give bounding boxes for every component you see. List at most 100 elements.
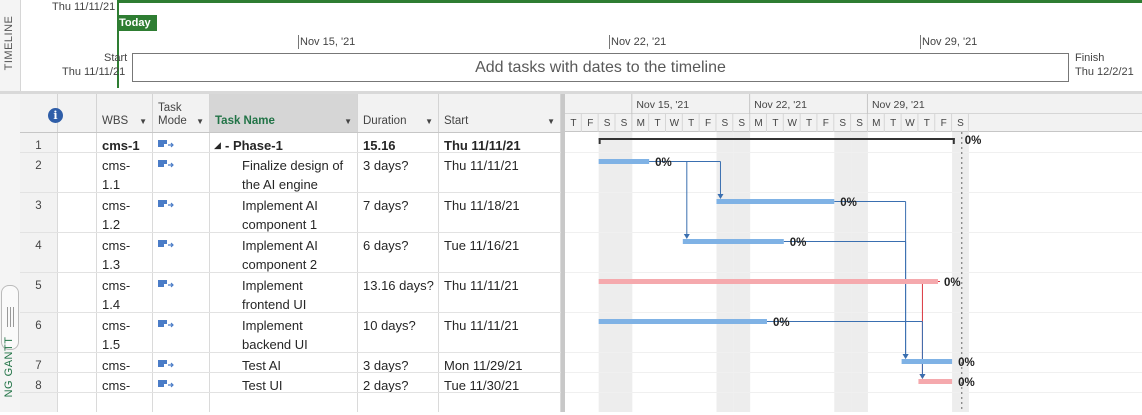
duration-cell[interactable]: 3 days? — [358, 153, 439, 192]
start-cell[interactable]: Thu 11/11/21 — [439, 273, 561, 312]
column-header-label: WBS — [102, 115, 129, 127]
column-header-label: Mode — [158, 115, 187, 127]
indicator-cell[interactable] — [58, 193, 97, 232]
task-mode-cell[interactable] — [153, 273, 210, 312]
column-header-indicators[interactable] — [58, 94, 97, 132]
task-mode-cell[interactable] — [153, 233, 210, 272]
day-letter: T — [924, 118, 930, 129]
column-header-start[interactable]: Start ▼ — [439, 94, 561, 132]
task-mode-cell[interactable] — [153, 193, 210, 232]
indicator-cell[interactable] — [58, 133, 97, 152]
task-name-cell[interactable]: Implement frontend UI — [210, 273, 358, 312]
table-row[interactable]: 7 cms-1.6 Test AI 3 days?Mon 11/29/21 — [20, 353, 561, 373]
duration-cell[interactable]: 2 days? — [358, 373, 439, 392]
row-number[interactable]: 5 — [20, 273, 58, 312]
table-row[interactable]: 2 cms-1.1 Finalize design of the AI engine… — [20, 153, 561, 193]
duration-cell[interactable]: 10 days? — [358, 313, 439, 352]
column-header-duration[interactable]: Duration ▼ — [358, 94, 439, 132]
indicator-cell[interactable] — [58, 373, 97, 392]
duration-cell[interactable]: 15.16 days? — [358, 133, 439, 152]
row-number[interactable]: 6 — [20, 313, 58, 352]
task-mode-cell[interactable] — [153, 133, 210, 152]
task-mode-cell[interactable] — [153, 373, 210, 392]
task-mode-cell[interactable] — [153, 153, 210, 192]
start-cell[interactable]: Thu 11/11/21 — [439, 313, 561, 352]
wbs-cell[interactable]: cms-1.3 — [97, 233, 153, 272]
row-number[interactable]: 2 — [20, 153, 58, 192]
wbs-cell[interactable]: cms-1.6 — [97, 353, 153, 372]
task-name-cell[interactable]: Implement AI component 2 — [210, 233, 358, 272]
task-name-cell[interactable]: ◢ - Phase-1 — [210, 133, 358, 152]
duration-cell[interactable]: 3 days? — [358, 353, 439, 372]
duration-cell[interactable]: 6 days? — [358, 233, 439, 272]
collapse-triangle-icon[interactable]: ◢ — [214, 136, 221, 152]
percent-complete-label: 0% — [655, 157, 672, 169]
percent-complete-label: 0% — [958, 357, 975, 369]
start-cell[interactable]: Tue 11/30/21 — [439, 373, 561, 392]
column-header-task-name[interactable]: Task Name ▼ — [210, 94, 358, 132]
task-mode-cell[interactable] — [153, 353, 210, 372]
wbs-cell[interactable]: cms-1.5 — [97, 313, 153, 352]
indicator-cell[interactable] — [58, 273, 97, 312]
row-number[interactable]: 4 — [20, 233, 58, 272]
column-header-task-mode[interactable]: Task Mode ▼ — [153, 94, 210, 132]
task-name-cell[interactable]: Implement backend UI — [210, 313, 358, 352]
indicator-cell[interactable] — [58, 353, 97, 372]
day-letter: W — [787, 118, 797, 129]
timeline-placeholder: Add tasks with dates to the timeline — [475, 58, 726, 76]
auto-schedule-icon — [158, 240, 174, 248]
start-cell[interactable]: Thu 11/18/21 — [439, 193, 561, 232]
timeline-tick-label: Nov 22, '21 — [611, 36, 667, 48]
table-row[interactable]: 4 cms-1.3 Implement AI component 2 6 days? T… — [20, 233, 561, 273]
indicator-cell[interactable] — [58, 233, 97, 272]
duration-cell[interactable]: 13.16 days? — [358, 273, 439, 312]
indicator-cell[interactable] — [58, 153, 97, 192]
empty-row[interactable] — [20, 393, 561, 412]
day-letter: S — [621, 118, 628, 129]
start-cell[interactable]: Tue 11/16/21 — [439, 233, 561, 272]
chevron-down-icon[interactable]: ▼ — [196, 117, 204, 126]
timeline-bar[interactable]: Add tasks with dates to the timeline — [132, 53, 1069, 82]
chevron-down-icon[interactable]: ▼ — [547, 117, 555, 126]
duration-cell[interactable]: 7 days? — [358, 193, 439, 232]
task-name-cell[interactable]: Finalize design of the AI engine — [210, 153, 358, 192]
table-row[interactable]: 1 cms-1 ◢ - Phase-1 15.16 days?Thu 11/11/21 — [20, 133, 561, 153]
task-name-cell[interactable]: Test UI — [210, 373, 358, 392]
start-cell[interactable]: Thu 11/11/21 — [439, 133, 561, 152]
wbs-cell[interactable]: cms-1.7 — [97, 373, 153, 392]
chevron-down-icon[interactable]: ▼ — [139, 117, 147, 126]
wbs-cell[interactable]: cms-1.1 — [97, 153, 153, 192]
table-row[interactable]: 5 cms-1.4 Implement frontend UI 13.16 days?… — [20, 273, 561, 313]
row-number[interactable]: 8 — [20, 373, 58, 392]
indicator-cell[interactable] — [58, 313, 97, 352]
auto-schedule-icon — [158, 200, 174, 208]
percent-complete-label: 0% — [965, 135, 982, 147]
chevron-down-icon[interactable]: ▼ — [344, 117, 352, 126]
chevron-down-icon[interactable]: ▼ — [425, 117, 433, 126]
start-cell[interactable]: Thu 11/11/21 — [439, 153, 561, 192]
timeline-tick-mark — [609, 35, 610, 49]
day-letter: W — [905, 118, 915, 129]
task-bar — [918, 379, 953, 384]
table-row[interactable]: 3 cms-1.2 Implement AI component 1 7 days? T… — [20, 193, 561, 233]
task-bar — [598, 279, 938, 284]
day-letter: S — [604, 118, 611, 129]
task-name-cell[interactable]: Test AI — [210, 353, 358, 372]
start-cell[interactable]: Mon 11/29/21 — [439, 353, 561, 372]
row-number[interactable]: 1 — [20, 133, 58, 152]
wbs-cell[interactable]: cms-1.4 — [97, 273, 153, 312]
timeline-tick-mark — [920, 35, 921, 49]
row-number[interactable]: 3 — [20, 193, 58, 232]
table-row[interactable]: 6 cms-1.5 Implement backend UI 10 days? Thu … — [20, 313, 561, 353]
row-number[interactable]: 7 — [20, 353, 58, 372]
day-letter: S — [839, 118, 846, 129]
table-row[interactable]: 8 cms-1.7 Test UI 2 days?Tue 11/30/21 — [20, 373, 561, 393]
wbs-cell[interactable]: cms-1 — [97, 133, 153, 152]
view-side-label[interactable]: NG GANTT — [3, 319, 17, 415]
day-letter: T — [806, 118, 812, 129]
task-mode-cell[interactable] — [153, 313, 210, 352]
task-name-cell[interactable]: Implement AI component 1 — [210, 193, 358, 232]
today-marker[interactable]: Today — [117, 15, 157, 31]
wbs-cell[interactable]: cms-1.2 — [97, 193, 153, 232]
column-header-wbs[interactable]: WBS ▼ — [97, 94, 153, 132]
